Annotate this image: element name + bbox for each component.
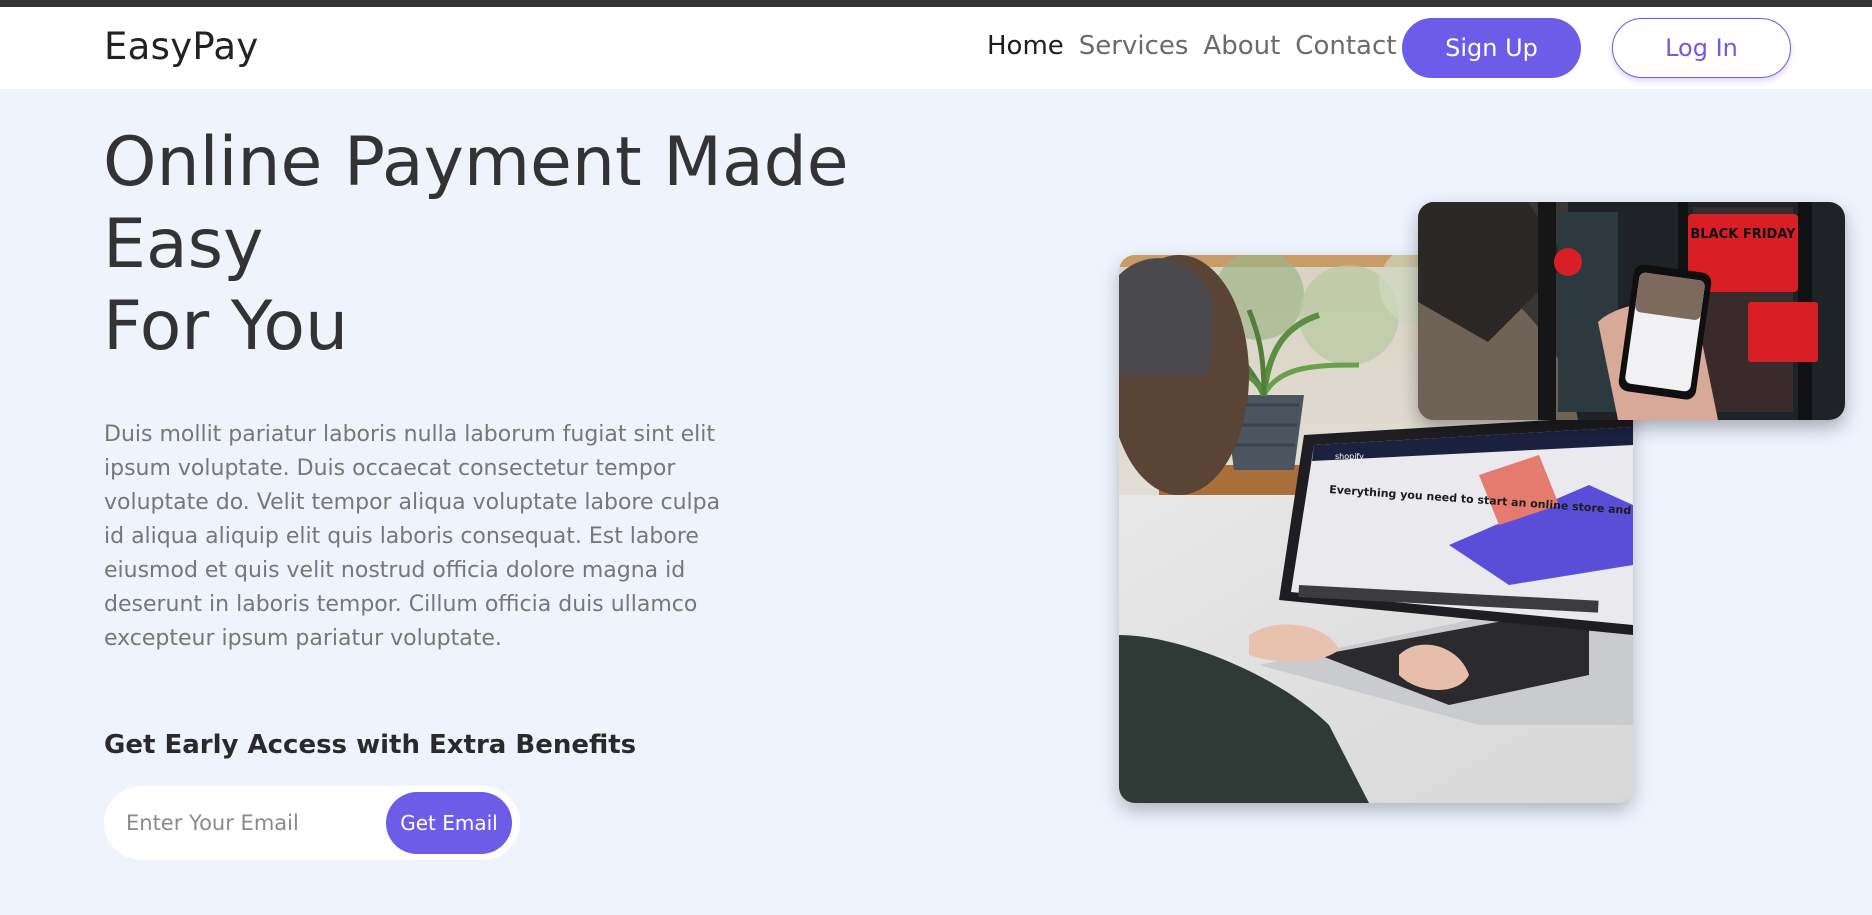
hero-title-line-3: For You <box>103 287 349 366</box>
hero-title-line-1: Online Payment Made <box>103 123 849 202</box>
email-signup-form: Get Email <box>104 786 520 860</box>
nav-link-contact[interactable]: Contact <box>1295 31 1396 61</box>
get-email-button[interactable]: Get Email <box>386 792 512 854</box>
hero-title: Online Payment Made Easy For You <box>103 122 903 368</box>
phone-photo-illustration: BLACK FRIDAY <box>1418 202 1845 420</box>
email-input[interactable] <box>126 800 376 846</box>
sign-up-button[interactable]: Sign Up <box>1402 18 1581 78</box>
navbar: EasyPay Home Services About Contact Sign… <box>0 7 1872 89</box>
nav-link-about[interactable]: About <box>1203 31 1280 61</box>
laptop-screen-brand: shopify <box>1335 452 1364 461</box>
phone-photo: BLACK FRIDAY <box>1418 202 1845 420</box>
window-top-strip <box>0 0 1872 7</box>
nav-link-services[interactable]: Services <box>1079 31 1189 61</box>
early-access-title: Get Early Access with Extra Benefits <box>104 730 637 760</box>
log-in-button[interactable]: Log In <box>1612 18 1791 78</box>
hero-title-line-2: Easy <box>103 205 264 284</box>
store-sign-text: BLACK FRIDAY <box>1690 227 1796 242</box>
nav-link-home[interactable]: Home <box>987 31 1064 61</box>
nav-links: Home Services About Contact <box>987 31 1396 61</box>
hero-description: Duis mollit pariatur laboris nulla labor… <box>104 422 721 651</box>
brand-logo[interactable]: EasyPay <box>104 25 259 68</box>
